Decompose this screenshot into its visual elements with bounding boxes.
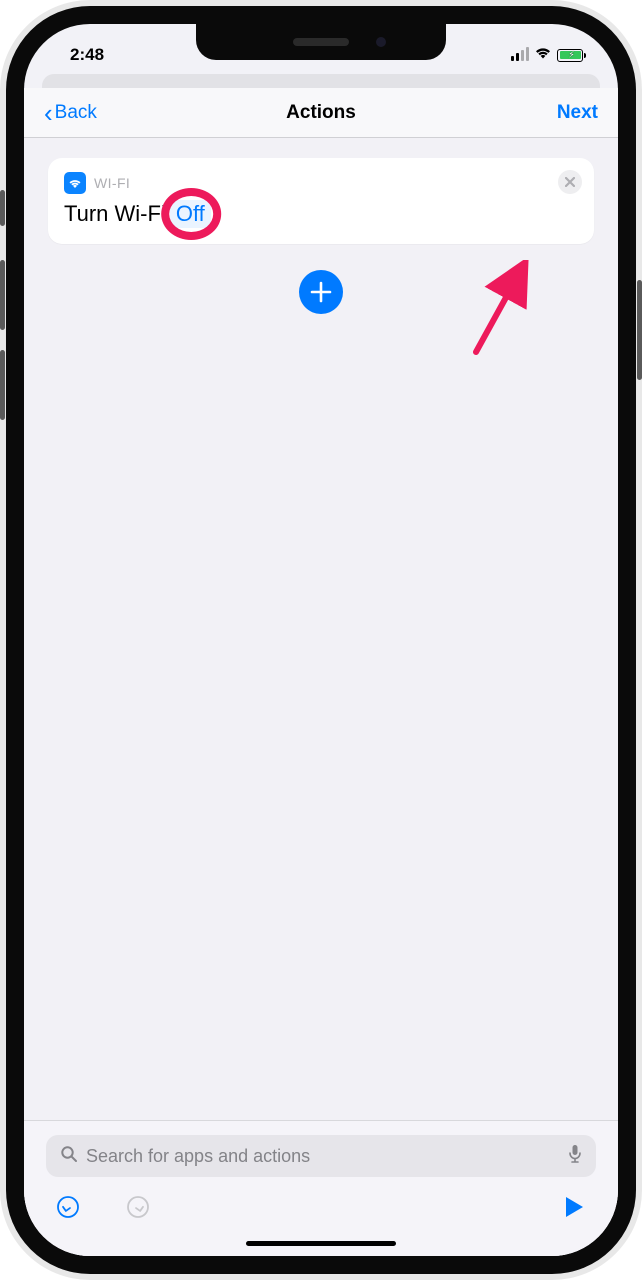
back-button[interactable]: ‹ Back bbox=[44, 100, 97, 126]
search-bar[interactable] bbox=[46, 1135, 596, 1177]
add-action-button[interactable] bbox=[299, 270, 343, 314]
status-time: 2:48 bbox=[70, 45, 104, 65]
bottom-panel bbox=[24, 1120, 618, 1256]
search-input[interactable] bbox=[86, 1146, 560, 1167]
action-text: Turn Wi-Fi bbox=[64, 201, 166, 227]
wifi-status-icon bbox=[534, 46, 552, 65]
search-icon bbox=[60, 1145, 78, 1168]
battery-status-icon: ⚡︎ bbox=[557, 49, 586, 62]
device-notch bbox=[196, 24, 446, 60]
cellular-signal-icon bbox=[511, 49, 529, 61]
next-button[interactable]: Next bbox=[557, 102, 598, 124]
content-area: WI-FI Turn Wi-Fi Off bbox=[24, 138, 618, 1256]
microphone-icon[interactable] bbox=[568, 1144, 582, 1169]
volume-down-button bbox=[0, 350, 5, 420]
undo-button[interactable] bbox=[54, 1193, 82, 1221]
background-sheet bbox=[42, 74, 600, 88]
back-label: Back bbox=[55, 102, 97, 124]
power-button bbox=[637, 280, 642, 380]
action-parameter-toggle[interactable]: Off bbox=[170, 200, 211, 228]
run-button[interactable] bbox=[560, 1193, 588, 1221]
wifi-icon bbox=[64, 172, 86, 194]
redo-button[interactable] bbox=[124, 1193, 152, 1221]
home-indicator[interactable] bbox=[246, 1241, 396, 1246]
page-title: Actions bbox=[286, 102, 356, 124]
action-category-label: WI-FI bbox=[94, 175, 130, 191]
volume-up-button bbox=[0, 260, 5, 330]
remove-action-button[interactable] bbox=[558, 170, 582, 194]
action-card-wifi[interactable]: WI-FI Turn Wi-Fi Off bbox=[48, 158, 594, 244]
nav-header: ‹ Back Actions Next bbox=[24, 88, 618, 138]
silence-switch bbox=[0, 190, 5, 226]
chevron-left-icon: ‹ bbox=[44, 100, 53, 126]
action-parameter-label: Off bbox=[176, 201, 205, 226]
